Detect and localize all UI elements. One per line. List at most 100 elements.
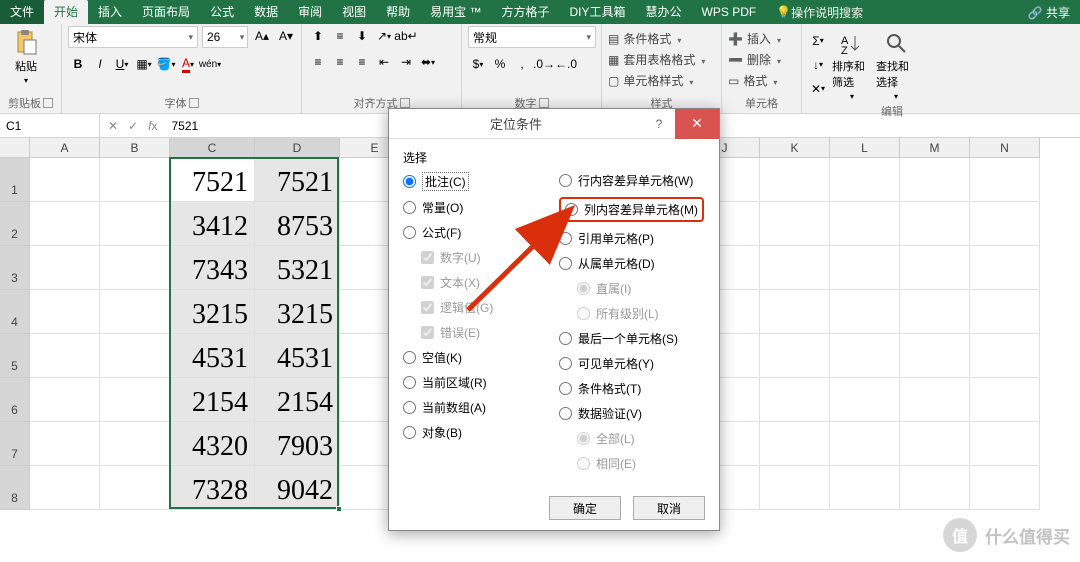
cell-D8[interactable]: 9042 [255, 466, 340, 510]
find-select-button[interactable]: 查找和选择▾ [876, 26, 916, 101]
col-header-N[interactable]: N [970, 138, 1040, 158]
radio-input[interactable] [559, 332, 572, 345]
help-button[interactable]: ? [643, 117, 675, 131]
ribbon-tab-1[interactable]: 开始 [44, 0, 88, 24]
cell-B2[interactable] [100, 202, 170, 246]
cell-D7[interactable]: 7903 [255, 422, 340, 466]
cell-N5[interactable] [970, 334, 1040, 378]
cancel-icon[interactable]: ✕ [108, 119, 118, 133]
number-format-input[interactable] [469, 30, 582, 44]
radio-input[interactable] [559, 174, 572, 187]
paste-button[interactable]: 粘贴 ▾ [6, 26, 46, 85]
cell-A6[interactable] [30, 378, 100, 422]
currency-button[interactable]: $▾ [468, 54, 488, 74]
cell-B8[interactable] [100, 466, 170, 510]
align-middle-button[interactable]: ≡ [330, 26, 350, 46]
dialog-launcher-icon[interactable] [189, 98, 199, 108]
ribbon-tab-5[interactable]: 数据 [244, 0, 288, 24]
option-8[interactable]: 条件格式(T) [559, 380, 705, 397]
radio-input[interactable] [565, 203, 578, 216]
ribbon-tab-2[interactable]: 插入 [88, 0, 132, 24]
row-header-5[interactable]: 5 [0, 334, 30, 378]
fill-button[interactable]: ↓▾ [808, 55, 828, 75]
option-2[interactable]: 引用单元格(P) [559, 230, 705, 247]
cell-K2[interactable] [760, 202, 830, 246]
cell-D3[interactable]: 5321 [255, 246, 340, 290]
autosum-button[interactable]: Σ▾ [808, 31, 828, 51]
option-10[interactable]: 对象(B) [403, 424, 549, 441]
option-6[interactable]: 最后一个单元格(S) [559, 330, 705, 347]
fx-icon[interactable]: fx [148, 119, 157, 133]
ribbon-tab-7[interactable]: 视图 [332, 0, 376, 24]
cell-B7[interactable] [100, 422, 170, 466]
cell-L8[interactable] [830, 466, 900, 510]
cell-L7[interactable] [830, 422, 900, 466]
name-box[interactable] [0, 114, 100, 137]
ok-button[interactable]: 确定 [549, 496, 621, 520]
ribbon-tab-11[interactable]: DIY工具箱 [560, 0, 636, 24]
cell-A2[interactable] [30, 202, 100, 246]
font-name-input[interactable] [69, 30, 184, 44]
option-1[interactable]: 列内容差异单元格(M) [565, 201, 698, 218]
conditional-format-button[interactable]: ▤条件格式 [608, 30, 705, 47]
row-header-8[interactable]: 8 [0, 466, 30, 510]
option-0[interactable]: 批注(C) [403, 172, 549, 191]
cell-L5[interactable] [830, 334, 900, 378]
col-header-A[interactable]: A [30, 138, 100, 158]
number-format-combo[interactable]: ▾ [468, 26, 596, 48]
cell-L2[interactable] [830, 202, 900, 246]
cell-C4[interactable]: 3215 [170, 290, 255, 334]
cell-C7[interactable]: 4320 [170, 422, 255, 466]
comma-button[interactable]: , [512, 54, 532, 74]
option-0[interactable]: 行内容差异单元格(W) [559, 172, 705, 189]
cell-K5[interactable] [760, 334, 830, 378]
cell-B4[interactable] [100, 290, 170, 334]
ribbon-tab-8[interactable]: 帮助 [376, 0, 420, 24]
insert-cells-button[interactable]: ➕插入 [728, 30, 781, 47]
cell-N4[interactable] [970, 290, 1040, 334]
option-3[interactable]: 从属单元格(D) [559, 255, 705, 272]
radio-input[interactable] [559, 407, 572, 420]
cell-N3[interactable] [970, 246, 1040, 290]
cell-D2[interactable]: 8753 [255, 202, 340, 246]
cell-N7[interactable] [970, 422, 1040, 466]
cell-A1[interactable] [30, 158, 100, 202]
tell-me-search[interactable]: 💡 操作说明搜索 [776, 4, 863, 21]
radio-input[interactable] [403, 201, 416, 214]
option-1[interactable]: 常量(O) [403, 199, 549, 216]
cell-C2[interactable]: 3412 [170, 202, 255, 246]
name-box-input[interactable] [6, 119, 93, 133]
radio-input[interactable] [403, 376, 416, 389]
ribbon-tab-6[interactable]: 审阅 [288, 0, 332, 24]
font-size-combo[interactable]: ▾ [202, 26, 248, 48]
wrap-text-button[interactable]: ab↵ [396, 26, 416, 46]
fill-color-button[interactable]: 🪣▾ [156, 54, 176, 74]
cell-K3[interactable] [760, 246, 830, 290]
cell-C8[interactable]: 7328 [170, 466, 255, 510]
radio-input[interactable] [559, 232, 572, 245]
phonetic-button[interactable]: wén▾ [200, 54, 220, 74]
radio-input[interactable] [403, 426, 416, 439]
cell-K1[interactable] [760, 158, 830, 202]
cell-N6[interactable] [970, 378, 1040, 422]
cell-N1[interactable] [970, 158, 1040, 202]
chevron-down-icon[interactable]: ▾ [184, 32, 197, 43]
cell-B5[interactable] [100, 334, 170, 378]
cell-B3[interactable] [100, 246, 170, 290]
cell-L6[interactable] [830, 378, 900, 422]
chevron-down-icon[interactable]: ▾ [582, 32, 595, 43]
align-bottom-button[interactable]: ⬇ [352, 26, 372, 46]
row-header-6[interactable]: 6 [0, 378, 30, 422]
ribbon-tab-13[interactable]: WPS PDF [692, 0, 767, 24]
align-top-button[interactable]: ⬆ [308, 26, 328, 46]
row-header-7[interactable]: 7 [0, 422, 30, 466]
increase-indent-button[interactable]: ⇥ [396, 52, 416, 72]
cell-M2[interactable] [900, 202, 970, 246]
orientation-button[interactable]: ↗▾ [374, 26, 394, 46]
decrease-decimal-button[interactable]: ←.0 [556, 54, 576, 74]
row-header-4[interactable]: 4 [0, 290, 30, 334]
cell-M7[interactable] [900, 422, 970, 466]
italic-button[interactable]: I [90, 54, 110, 74]
ribbon-tab-0[interactable]: 文件 [0, 0, 44, 24]
sort-filter-button[interactable]: AZ 排序和筛选▾ [832, 26, 872, 101]
